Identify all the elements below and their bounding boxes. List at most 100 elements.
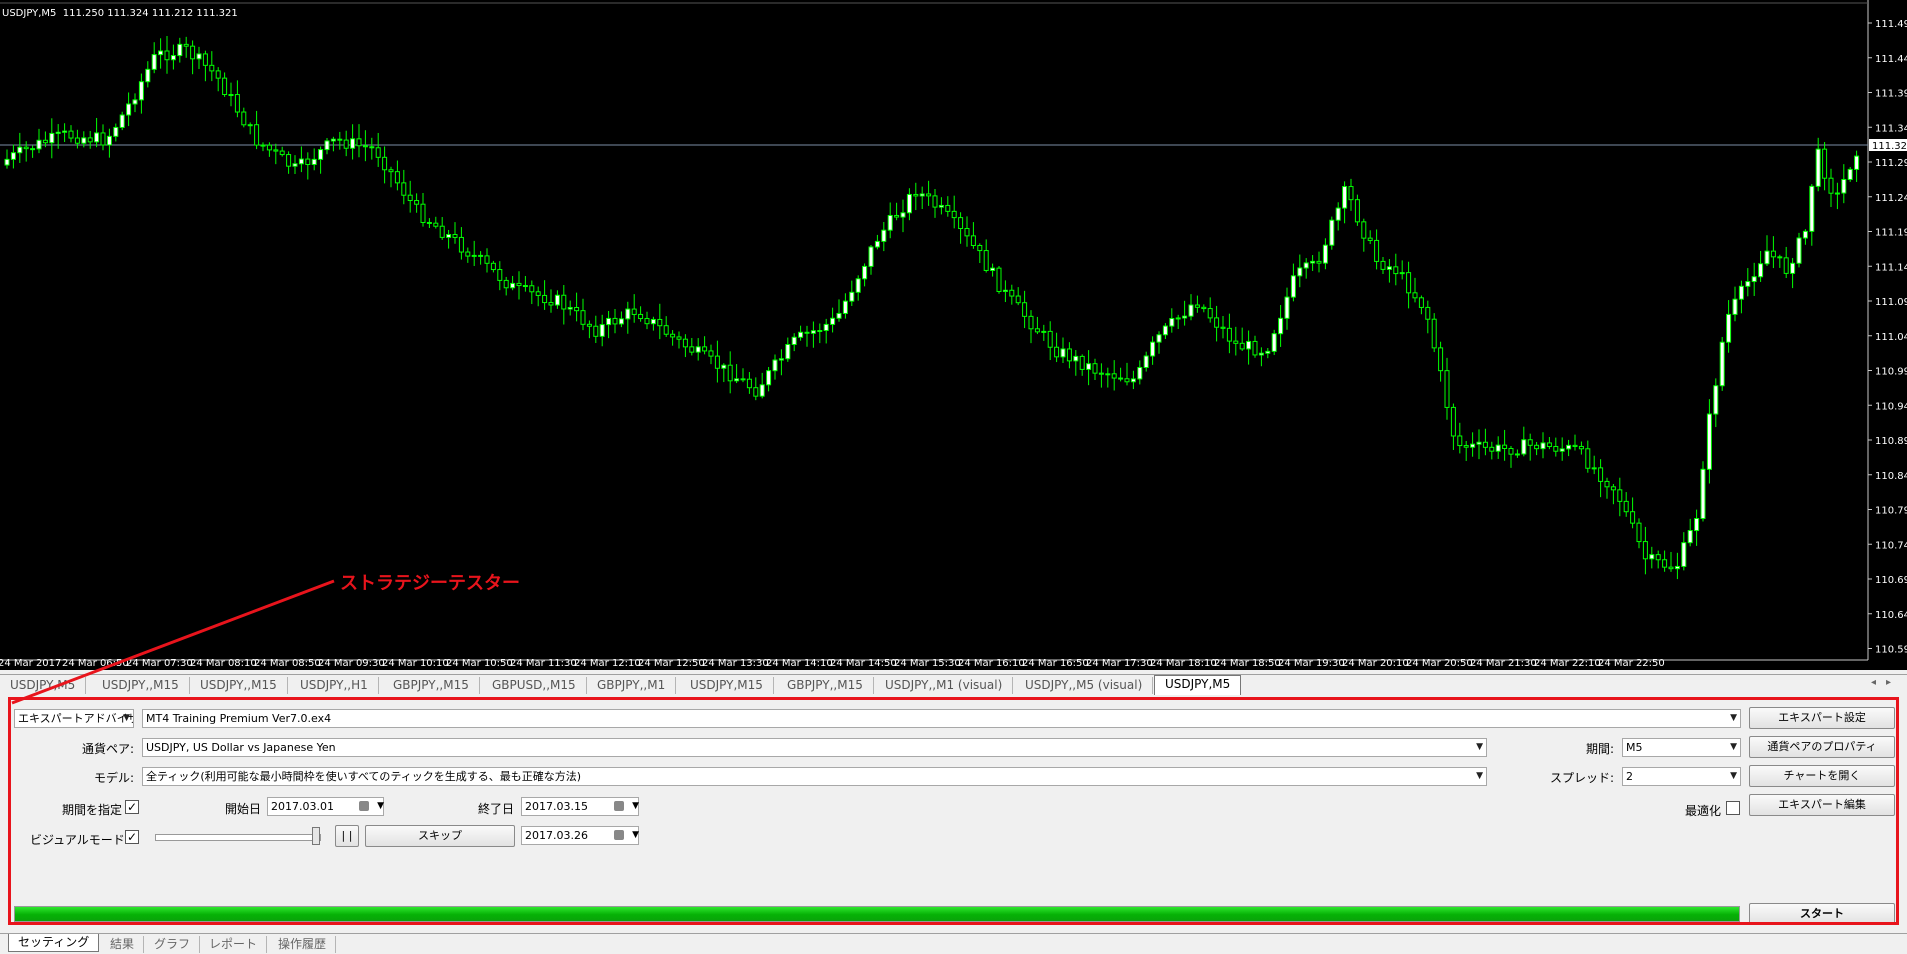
edit-expert-button[interactable]: エキスパート編集: [1749, 794, 1895, 816]
candlestick-chart-canvas: 111.495 111.445 111.395 111.345 111.295 111.2…: [0, 0, 1907, 669]
candle-body: [970, 235, 976, 247]
end-date-picker[interactable]: 2017.03.15 ▼: [521, 797, 639, 816]
tester-type-value: エキスパートアドバイザ: [18, 712, 134, 725]
candle-body: [151, 54, 157, 70]
chart-tab[interactable]: USDJPY,M5: [0, 677, 87, 694]
optimize-checkbox[interactable]: [1726, 801, 1740, 815]
candle-body: [36, 139, 42, 150]
candle-body: [913, 193, 919, 197]
candle-body: [49, 132, 55, 144]
chart-tab[interactable]: GBPJPY,,M15: [383, 677, 480, 694]
chart-tab[interactable]: GBPJPY,,M15: [777, 677, 874, 694]
start-date-picker[interactable]: 2017.03.01 ▼: [267, 797, 384, 816]
candle-body: [1489, 446, 1495, 452]
candle-body: [746, 378, 752, 389]
candle-body: [471, 254, 477, 257]
chart-tab[interactable]: USDJPY,M15: [680, 677, 774, 694]
candle-body: [804, 331, 810, 334]
expert-settings-button[interactable]: エキスパート設定: [1749, 707, 1895, 729]
chart-tab[interactable]: GBPJPY,,M1: [587, 677, 677, 694]
candle-body: [158, 50, 164, 56]
candle-body: [1457, 435, 1463, 447]
candle-body: [1060, 348, 1066, 358]
use-date-checkbox[interactable]: ✓: [125, 800, 139, 814]
candle-body: [1137, 366, 1143, 380]
chevron-down-icon: ▼: [123, 713, 130, 723]
visual-speed-slider-thumb[interactable]: [312, 827, 320, 845]
time-tick-label: 24 Mar 06:50: [62, 658, 129, 669]
candle-body: [894, 214, 900, 218]
model-select[interactable]: 全ティック(利用可能な最小時間枠を使いすべてのティックを生成する、最も正確な方法…: [142, 767, 1487, 786]
candle-body: [983, 250, 989, 271]
candle-body: [1482, 441, 1488, 448]
tab-graph[interactable]: グラフ: [145, 936, 201, 953]
candle-body: [874, 240, 880, 248]
candle-body: [625, 308, 631, 320]
candle-body: [247, 124, 253, 127]
candle-body: [842, 300, 848, 314]
candle-body: [30, 148, 36, 151]
candle-body: [1527, 439, 1533, 446]
candle-body: [369, 146, 375, 149]
candle-body: [1796, 237, 1802, 264]
chart-tab[interactable]: USDJPY,,H1: [290, 677, 379, 694]
start-button[interactable]: スタート: [1749, 903, 1895, 925]
candle-body: [1649, 554, 1655, 560]
candle-body: [1335, 207, 1341, 221]
candle-body: [1054, 346, 1060, 358]
open-chart-button[interactable]: チャートを開く: [1749, 765, 1895, 787]
candle-body: [1745, 281, 1751, 287]
skip-date-picker[interactable]: 2017.03.26 ▼: [521, 826, 639, 845]
candle-body: [1623, 500, 1629, 513]
chart-tab[interactable]: USDJPY,,M1 (visual): [875, 677, 1014, 694]
spread-select[interactable]: 2 ▼: [1622, 767, 1741, 786]
visual-mode-checkbox[interactable]: ✓: [125, 830, 139, 844]
candle-body: [375, 147, 381, 158]
candle-body: [81, 137, 87, 144]
tab-results[interactable]: 結果: [101, 936, 145, 953]
tab-scroll-arrows-icon[interactable]: ◂▸: [1871, 677, 1901, 688]
skip-button[interactable]: スキップ: [365, 825, 515, 847]
chart-tab[interactable]: GBPUSD,,M15: [482, 677, 587, 694]
candle-body: [484, 255, 490, 264]
candle-body: [1630, 511, 1636, 524]
price-tick-label: 111.195: [1875, 228, 1907, 239]
chart-tab[interactable]: USDJPY,,M15: [92, 677, 190, 694]
symbol-properties-button[interactable]: 通貨ペアのプロパティ: [1749, 736, 1895, 758]
expert-file-select[interactable]: MT4 Training Premium Ver7.0.ex4 ▼: [142, 709, 1741, 728]
visual-speed-slider-track[interactable]: [155, 834, 321, 841]
pause-button[interactable]: | |: [335, 825, 359, 847]
candle-body: [759, 384, 765, 397]
candle-body: [1412, 292, 1418, 299]
candle-body: [1118, 377, 1124, 380]
chart-tab-active[interactable]: USDJPY,M5: [1154, 675, 1242, 695]
candle-body: [1694, 518, 1700, 532]
candle-body: [356, 138, 362, 147]
chart-tab[interactable]: USDJPY,,M15: [190, 677, 288, 694]
model-value: 全ティック(利用可能な最小時間枠を使いすべてのティックを生成する、最も正確な方法…: [146, 770, 582, 783]
price-tick-label: 110.795: [1875, 506, 1907, 517]
candle-body: [1182, 315, 1188, 319]
candle-body: [382, 156, 388, 171]
tab-settings[interactable]: セッティング: [8, 934, 100, 952]
candle-body: [1508, 448, 1514, 455]
candle-body: [62, 130, 68, 133]
tester-type-select[interactable]: エキスパートアドバイザ ▼: [14, 709, 134, 728]
candle-body: [1463, 445, 1469, 448]
candle-body: [676, 336, 682, 340]
price-chart[interactable]: 111.495 111.445 111.395 111.345 111.295 111.2…: [0, 0, 1907, 670]
candle-body: [1002, 289, 1008, 292]
price-tick-label: 111.395: [1875, 89, 1907, 100]
chart-tab[interactable]: USDJPY,,M5 (visual): [1015, 677, 1154, 694]
symbol-value: USDJPY, US Dollar vs Japanese Yen: [146, 741, 336, 754]
tab-report[interactable]: レポート: [200, 936, 268, 953]
candle-body: [990, 267, 996, 271]
candle-body: [414, 200, 420, 205]
candle-body: [1655, 554, 1661, 561]
tab-journal[interactable]: 操作履歴: [269, 936, 337, 953]
symbol-select[interactable]: USDJPY, US Dollar vs Japanese Yen ▼: [142, 738, 1487, 757]
candle-body: [830, 317, 836, 325]
period-select[interactable]: M5 ▼: [1622, 738, 1741, 757]
candle-body: [1585, 448, 1591, 469]
model-label: モデル:: [93, 771, 134, 785]
